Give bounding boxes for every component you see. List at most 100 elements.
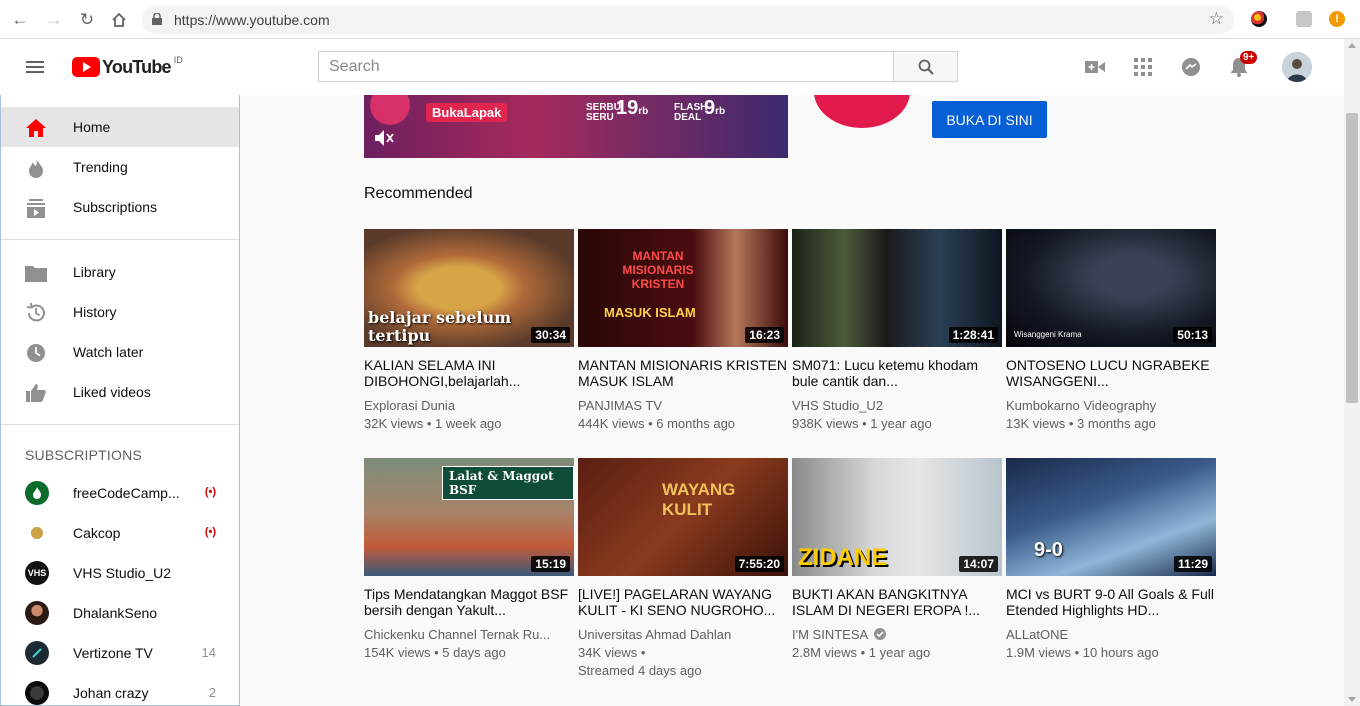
search-icon (918, 59, 934, 75)
channel-name[interactable]: I'M SINTESA (792, 626, 1002, 644)
video-card[interactable]: 9-0 11:29 MCI vs BURT 9-0 All Goals & Fu… (1006, 458, 1216, 662)
youtube-logo[interactable]: YouTube ID (72, 55, 183, 77)
ad-brand-label: BukaLapak (426, 103, 508, 122)
sidebar-item-home[interactable]: Home (1, 107, 239, 147)
sidebar-item-label: Library (73, 264, 116, 280)
extension-icon[interactable] (1251, 11, 1267, 27)
sidebar-item-subscriptions[interactable]: Subscriptions (1, 187, 239, 227)
video-meta: 34K views • (578, 645, 646, 660)
video-title[interactable]: KALIAN SELAMA INI DIBOHONGI,belajarlah..… (364, 357, 574, 389)
logo-text: YouTube (102, 56, 172, 77)
search-input[interactable] (319, 52, 894, 81)
channel-name[interactable]: Chickenku Channel Ternak Ru... (364, 626, 574, 644)
page-scrollbar[interactable] (1344, 39, 1360, 706)
video-thumbnail[interactable]: WAYANG KULIT 7:55:20 (578, 458, 788, 576)
sidebar-item-label: DhalankSeno (73, 605, 158, 621)
hamburger-menu-icon[interactable] (26, 61, 44, 73)
channel-name[interactable]: Explorasi Dunia (364, 397, 574, 415)
mute-icon[interactable] (374, 129, 394, 152)
thumbs-up-icon (25, 382, 47, 404)
scroll-down-arrow-icon[interactable] (1348, 697, 1356, 702)
logo-country-code: ID (173, 55, 183, 65)
apps-grid-icon[interactable] (1131, 55, 1155, 79)
url-text: https://www.youtube.com (174, 12, 330, 28)
sidebar-item-subscription[interactable]: DhalankSeno (1, 593, 239, 633)
video-thumbnail[interactable]: belajar sebelum tertipu 30:34 (364, 229, 574, 347)
video-thumbnail[interactable]: Wisanggeni Krama 50:13 (1006, 229, 1216, 347)
sidebar-item-label: Subscriptions (73, 199, 158, 215)
sidebar-divider (1, 239, 239, 240)
channel-name[interactable]: ALLatONE (1006, 626, 1216, 644)
video-thumbnail[interactable]: ZIDANE 14:07 (792, 458, 1002, 576)
video-title[interactable]: MCI vs BURT 9-0 All Goals & Full Etended… (1006, 586, 1216, 618)
sidebar-item-subscription[interactable]: Cakcop (•) (1, 513, 239, 553)
sidebar-item-subscription[interactable]: Vertizone TV 14 (1, 633, 239, 673)
sidebar-item-library[interactable]: Library (1, 252, 239, 292)
scrollbar-thumb[interactable] (1346, 113, 1358, 403)
sidebar-item-subscription[interactable]: VHS VHS Studio_U2 (1, 553, 239, 593)
history-icon (25, 302, 47, 324)
thumbnail-caption: belajar sebelum tertipu (368, 308, 512, 345)
channel-name[interactable]: Kumbokarno Videography (1006, 397, 1216, 415)
sidebar-item-subscription[interactable]: freeCodeCamp... (•) (1, 473, 239, 513)
search-button[interactable] (893, 51, 958, 82)
sidebar-divider (1, 424, 239, 425)
sidebar-item-subscription[interactable]: Johan crazy 2 (1, 673, 239, 705)
video-title[interactable]: BUKTI AKAN BANGKITNYA ISLAM DI NEGERI ER… (792, 586, 1002, 618)
sidebar-item-label: Johan crazy (73, 685, 149, 701)
video-card[interactable]: Wisanggeni Krama 50:13 ONTOSENO LUCU NGR… (1006, 229, 1216, 433)
live-broadcast-icon: (•) (204, 486, 216, 498)
video-title[interactable]: [LIVE!] PAGELARAN WAYANG KULIT - KI SENO… (578, 586, 788, 618)
account-avatar[interactable] (1282, 52, 1312, 82)
video-title[interactable]: Tips Mendatangkan Maggot BSF bersih deng… (364, 586, 574, 618)
video-title[interactable]: ONTOSENO LUCU NGRABEKE WISANGGENI... (1006, 357, 1216, 389)
video-card[interactable]: Lalat & Maggot BSF 15:19 Tips Mendatangk… (364, 458, 574, 662)
back-icon[interactable]: ← (9, 9, 31, 31)
sidebar-item-label: VHS Studio_U2 (73, 565, 172, 581)
video-title[interactable]: MANTAN MISIONARIS KRISTEN MASUK ISLAM (578, 357, 788, 389)
update-alert-icon[interactable]: ! (1329, 11, 1345, 27)
profile-icon[interactable] (1296, 11, 1312, 27)
main-content: BukaLapak SERBU SERU 19rb FLASH DEAL 9rb B… (240, 95, 1344, 706)
video-thumbnail[interactable]: 1:28:41 (792, 229, 1002, 347)
scroll-up-arrow-icon[interactable] (1348, 43, 1356, 48)
create-video-icon[interactable] (1083, 55, 1107, 79)
ad-brand-logo[interactable] (814, 95, 910, 128)
video-thumbnail[interactable]: MANTAN MISIONARIS KRISTEN MASUK ISLAM 16:… (578, 229, 788, 347)
video-meta: 13K views • 3 months ago (1006, 416, 1156, 431)
ad-decoration (370, 95, 410, 125)
thumbnail-caption: ZIDANE (798, 544, 888, 571)
video-card[interactable]: WAYANG KULIT 7:55:20 [LIVE!] PAGELARAN W… (578, 458, 788, 680)
video-thumbnail[interactable]: 9-0 11:29 (1006, 458, 1216, 576)
sidebar-item-liked-videos[interactable]: Liked videos (1, 372, 239, 412)
video-thumbnail[interactable]: Lalat & Maggot BSF 15:19 (364, 458, 574, 576)
video-card[interactable]: belajar sebelum tertipu 30:34 KALIAN SEL… (364, 229, 574, 433)
sidebar-item-watch-later[interactable]: Watch later (1, 332, 239, 372)
channel-name[interactable]: PANJIMAS TV (578, 397, 788, 415)
sidebar-item-history[interactable]: History (1, 292, 239, 332)
forward-icon[interactable]: → (43, 9, 65, 31)
sidebar-item-trending[interactable]: Trending (1, 147, 239, 187)
video-meta: 444K views • 6 months ago (578, 416, 736, 431)
new-video-count: 14 (201, 645, 216, 660)
ad-cta-button[interactable]: BUKA DI SINI (932, 101, 1047, 138)
video-card[interactable]: 1:28:41 SM071: Lucu ketemu khodam bule c… (792, 229, 1002, 433)
video-card[interactable]: ZIDANE 14:07 BUKTI AKAN BANGKITNYA ISLAM… (792, 458, 1002, 662)
ad-banner[interactable]: BukaLapak SERBU SERU 19rb FLASH DEAL 9rb (364, 95, 788, 158)
bookmark-star-icon[interactable]: ☆ (1209, 9, 1224, 29)
channel-name[interactable]: VHS Studio_U2 (792, 397, 1002, 415)
video-stream-date: Streamed 4 days ago (578, 663, 702, 678)
reload-icon[interactable]: ↻ (76, 9, 98, 31)
video-meta: 32K views • 1 week ago (364, 416, 502, 431)
video-title[interactable]: SM071: Lucu ketemu khodam bule cantik da… (792, 357, 1002, 389)
video-duration: 30:34 (531, 327, 570, 343)
channel-name[interactable]: Universitas Ahmad Dahlan (578, 626, 788, 644)
video-card[interactable]: MANTAN MISIONARIS KRISTEN MASUK ISLAM 16:… (578, 229, 788, 433)
youtube-header: YouTube ID 9+ (0, 39, 1344, 95)
home-browser-icon[interactable] (108, 9, 130, 31)
thumbnail-caption: MASUK ISLAM (604, 305, 696, 320)
messages-icon[interactable] (1179, 55, 1203, 79)
address-bar[interactable]: https://www.youtube.com ☆ (142, 6, 1234, 34)
channel-avatar (25, 481, 49, 505)
notification-badge: 9+ (1240, 51, 1258, 64)
